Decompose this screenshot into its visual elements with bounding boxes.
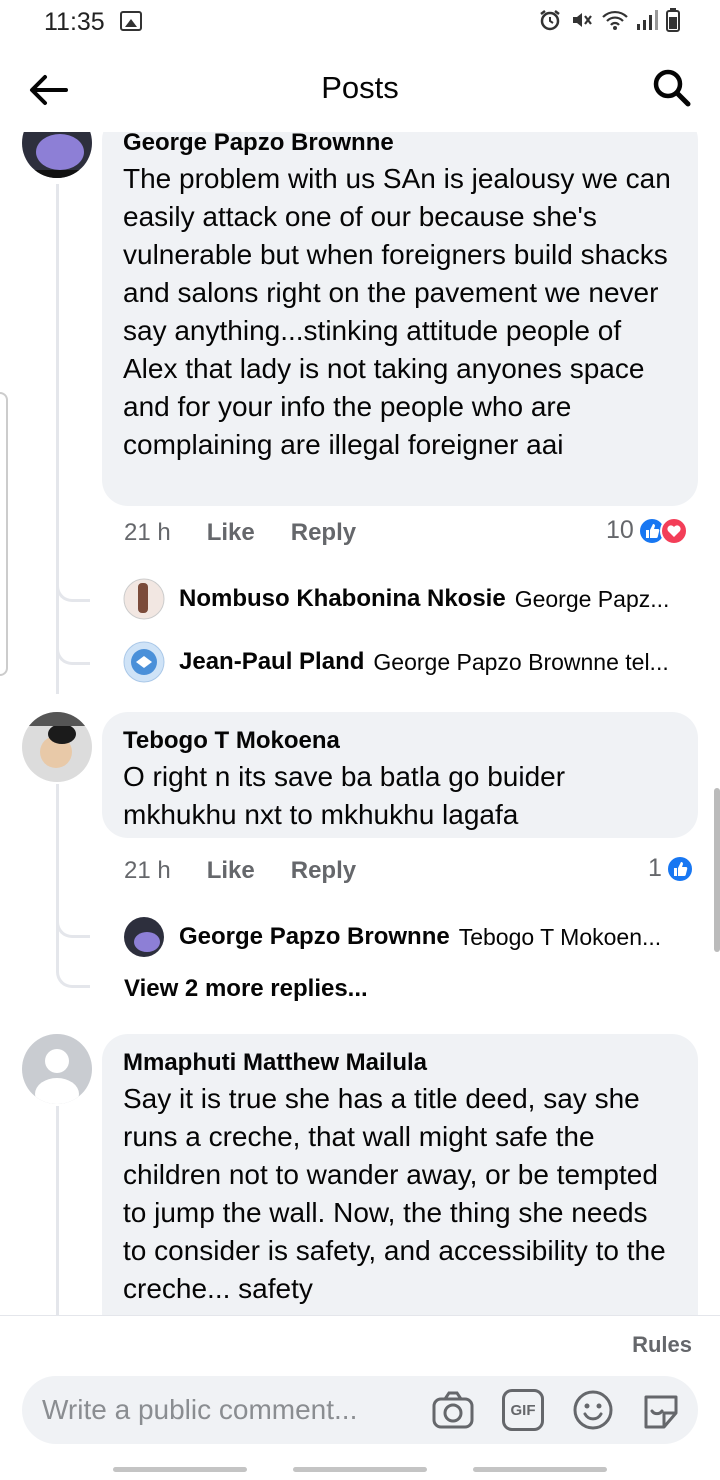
avatar-tebogo-icon — [22, 712, 92, 782]
comment-author[interactable]: Mmaphuti Matthew Mailula — [123, 1048, 677, 1078]
reply-author[interactable]: Nombuso Khabonina Nkosie — [179, 585, 506, 613]
status-time: 11:35 — [44, 8, 105, 36]
thread-line — [56, 1106, 59, 1315]
comment-bubble[interactable]: George Papzo Brownne The problem with us… — [102, 132, 698, 506]
reply-item[interactable]: George Papzo Brownne Tebogo T Mokoen... — [123, 916, 661, 958]
page-title: Posts — [321, 70, 399, 105]
comment-actions: 21 h Like Reply — [124, 519, 356, 547]
sticker-icon[interactable] — [640, 1389, 682, 1431]
image-notification-icon — [120, 11, 142, 31]
like-button[interactable]: Like — [207, 519, 255, 547]
reply-snippet: George Papzo Brownne tel... — [373, 648, 669, 675]
reply-author[interactable]: George Papzo Brownne — [179, 923, 450, 951]
battery-icon — [666, 8, 680, 32]
reply-snippet: Tebogo T Mokoen... — [458, 923, 662, 950]
default-avatar-icon — [22, 1034, 92, 1104]
wifi-icon — [602, 10, 628, 30]
reply-connector — [56, 562, 90, 602]
alarm-icon — [540, 10, 560, 31]
reply-connector — [56, 602, 90, 665]
search-button[interactable] — [652, 68, 692, 108]
comment-composer-bar: Rules GIF — [0, 1315, 720, 1480]
like-reaction-icon — [665, 854, 694, 883]
comment-time[interactable]: 21 h — [124, 519, 171, 547]
top-app-bar: Posts — [0, 46, 720, 132]
comment-text: O right n its save ba batla go buider mk… — [123, 761, 566, 830]
reaction-count: 10 — [606, 516, 634, 544]
reply-button[interactable]: Reply — [291, 857, 356, 885]
nav-home-pill[interactable] — [293, 1467, 427, 1472]
comments-feed[interactable]: George Papzo Brownne The problem with us… — [0, 132, 720, 1315]
signal-icon — [637, 10, 658, 30]
comment-bubble[interactable]: Tebogo T Mokoena O right n its save ba b… — [102, 712, 698, 838]
reaction-count: 1 — [648, 854, 662, 882]
avatar-george-icon — [124, 917, 164, 957]
reply-button[interactable]: Reply — [291, 519, 356, 547]
system-nav-bar — [0, 1467, 720, 1472]
scrollbar[interactable] — [714, 788, 720, 952]
comment-author[interactable]: Tebogo T Mokoena — [123, 726, 677, 756]
comment-bubble[interactable]: Mmaphuti Matthew Mailula Say it is true … — [102, 1034, 698, 1315]
comment-author[interactable]: George Papzo Brownne — [123, 132, 677, 158]
emoji-icon[interactable] — [572, 1389, 614, 1431]
reply-snippet: George Papz... — [514, 585, 670, 612]
avatar-jean-paul-icon — [123, 641, 165, 683]
avatar[interactable] — [22, 132, 92, 178]
rules-link[interactable]: Rules — [632, 1332, 692, 1358]
reply-item[interactable]: Jean-Paul Pland George Papzo Brownne tel… — [123, 641, 669, 683]
avatar-george-icon — [22, 132, 92, 178]
view-more-replies-link[interactable]: View 2 more replies... — [124, 975, 368, 1003]
reaction-summary[interactable]: 10 — [606, 516, 688, 545]
like-button[interactable]: Like — [207, 857, 255, 885]
reply-author[interactable]: Jean-Paul Pland — [179, 648, 364, 676]
comment-actions: 21 h Like Reply — [124, 857, 356, 885]
comment-input[interactable] — [42, 1390, 402, 1430]
reaction-summary[interactable]: 1 — [648, 854, 694, 883]
love-reaction-icon — [659, 516, 688, 545]
status-icons — [538, 8, 680, 32]
avatar[interactable] — [22, 712, 92, 782]
edge-panel-handle[interactable] — [0, 392, 8, 676]
camera-icon[interactable] — [432, 1389, 474, 1431]
search-icon — [653, 69, 691, 107]
nav-recents-pill[interactable] — [473, 1467, 607, 1472]
reply-connector — [56, 938, 90, 988]
comment-time[interactable]: 21 h — [124, 857, 171, 885]
gif-label: GIF — [510, 1401, 536, 1419]
avatar[interactable] — [22, 1034, 92, 1104]
comment-text: The problem with us SAn is jealousy we c… — [123, 163, 671, 460]
nav-back-pill[interactable] — [113, 1467, 247, 1472]
reply-item[interactable]: Nombuso Khabonina Nkosie George Papz... — [123, 578, 669, 620]
comment-composer: GIF — [22, 1376, 698, 1444]
mute-icon — [573, 13, 592, 27]
avatar-nombuso-icon — [123, 578, 165, 620]
gif-button[interactable]: GIF — [502, 1389, 544, 1431]
reply-connector — [56, 900, 90, 938]
status-bar: 11:35 — [0, 0, 720, 46]
comment-text: Say it is true she has a title deed, say… — [123, 1083, 666, 1304]
